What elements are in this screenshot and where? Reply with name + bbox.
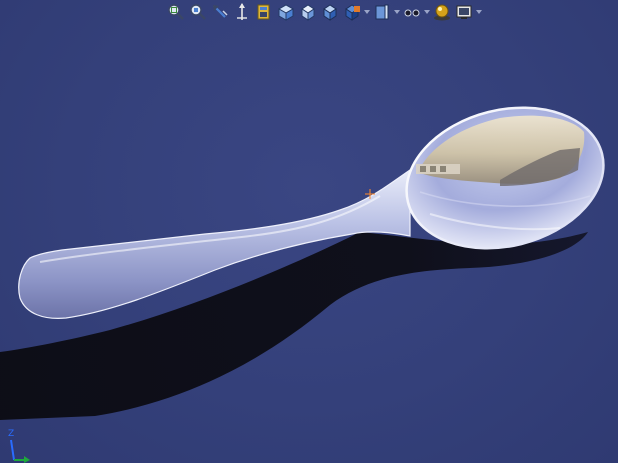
apply-scene-button[interactable] xyxy=(432,2,452,22)
display-style-button[interactable] xyxy=(298,2,318,22)
chevron-down-icon xyxy=(424,10,430,14)
chevron-down-icon xyxy=(394,10,400,14)
apply-scene-icon xyxy=(434,4,450,21)
chevron-down-icon xyxy=(364,10,370,14)
hide-show-items-icon xyxy=(345,4,360,21)
view-settings-button[interactable] xyxy=(454,2,474,22)
view-settings-icon xyxy=(456,5,472,19)
view-orientation-icon xyxy=(277,4,295,21)
zoom-to-fit-icon xyxy=(168,4,184,20)
model-scene[interactable] xyxy=(0,0,618,463)
hide-show-items-menu-arrow[interactable] xyxy=(364,2,370,22)
section-view-button[interactable] xyxy=(232,2,252,22)
graphics-viewport[interactable]: Z xyxy=(0,0,618,463)
zoom-to-area-button[interactable] xyxy=(188,2,208,22)
chevron-down-icon xyxy=(476,10,482,14)
zoom-to-area-icon xyxy=(190,4,206,20)
coordinate-triad: Z xyxy=(4,430,38,463)
view-settings-menu-arrow[interactable] xyxy=(476,2,482,22)
edit-appearance-menu-arrow[interactable] xyxy=(394,2,400,22)
zoom-to-fit-button[interactable] xyxy=(166,2,186,22)
section-view-icon xyxy=(237,3,247,20)
heads-up-view-toolbar xyxy=(166,2,482,22)
edit-appearance-icon xyxy=(375,4,389,20)
hide-show-items-button[interactable] xyxy=(342,2,362,22)
triad-z-label: Z xyxy=(8,429,15,439)
appearance-icon xyxy=(404,9,420,17)
appearance-button[interactable] xyxy=(402,2,422,22)
view-orientation-button[interactable] xyxy=(276,2,296,22)
display-style-icon xyxy=(301,4,315,21)
dynamic-annotation-icon xyxy=(257,4,270,20)
previous-view-icon xyxy=(213,5,228,18)
previous-view-button[interactable] xyxy=(210,2,230,22)
edit-appearance-button[interactable] xyxy=(372,2,392,22)
shaded-button[interactable] xyxy=(320,2,340,22)
shaded-icon xyxy=(323,4,337,21)
appearance-menu-arrow[interactable] xyxy=(424,2,430,22)
dynamic-annotation-button[interactable] xyxy=(254,2,274,22)
